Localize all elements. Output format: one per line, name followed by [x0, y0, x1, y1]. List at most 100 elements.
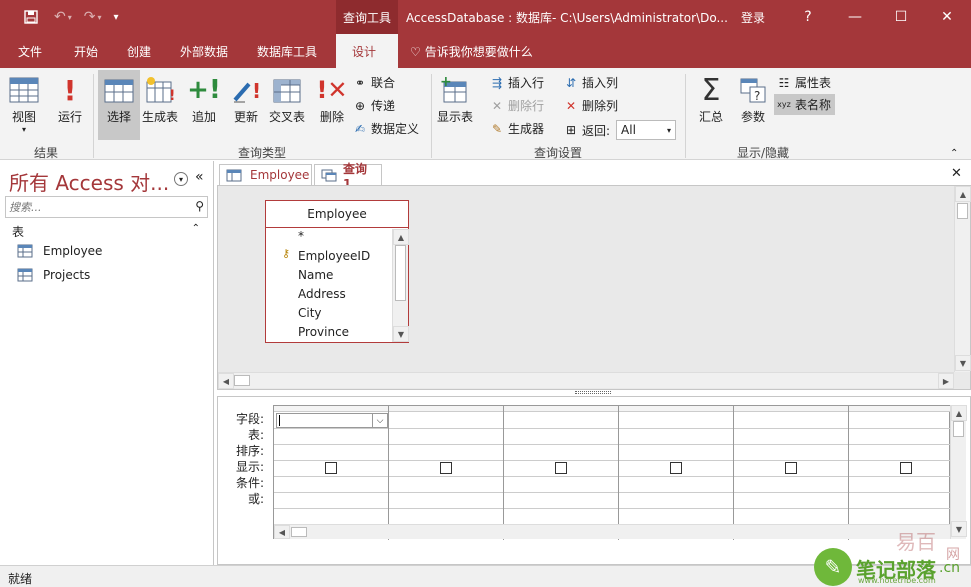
nav-search-box[interactable]: ⚲: [5, 196, 208, 218]
scroll-up-icon[interactable]: ▲: [955, 186, 971, 202]
tab-file[interactable]: 文件: [18, 43, 42, 60]
row-label-table: 表:: [247, 428, 264, 442]
show-checkbox[interactable]: [785, 462, 797, 474]
show-checkbox[interactable]: [325, 462, 337, 474]
show-table-button[interactable]: + 显示表: [437, 74, 473, 125]
field-item[interactable]: EmployeeID: [298, 249, 370, 263]
crosstab-button[interactable]: 交叉表: [269, 74, 305, 125]
data-definition-button[interactable]: ✍ 数据定义: [352, 120, 419, 137]
scroll-thumb[interactable]: [395, 245, 406, 301]
upper-vertical-scrollbar[interactable]: ▲ ▼: [954, 186, 971, 372]
parameters-label: 参数: [740, 110, 765, 124]
field-item[interactable]: Name: [298, 268, 333, 282]
show-checkbox[interactable]: [440, 462, 452, 474]
customize-qat-icon[interactable]: ▾: [114, 12, 119, 23]
search-icon[interactable]: ⚲: [195, 199, 204, 213]
help-button[interactable]: ?: [787, 0, 829, 34]
table-names-label: 表名称: [795, 98, 832, 112]
field-item[interactable]: Province: [298, 325, 349, 339]
tab-create[interactable]: 创建: [127, 43, 151, 60]
tab-external-data[interactable]: 外部数据: [180, 43, 228, 60]
scroll-thumb[interactable]: [953, 421, 964, 437]
builder-button[interactable]: ✎ 生成器: [489, 120, 544, 137]
scroll-thumb[interactable]: [234, 375, 250, 386]
maximize-button[interactable]: ☐: [880, 0, 922, 34]
return-icon: ⊞: [565, 123, 577, 137]
return-select[interactable]: All ▾: [616, 120, 677, 140]
field-list-employee[interactable]: Employee * ⚷ EmployeeID Name Address Cit…: [265, 200, 409, 343]
tab-database-tools[interactable]: 数据库工具: [257, 43, 317, 60]
show-checkbox[interactable]: [900, 462, 912, 474]
minimize-button[interactable]: —: [834, 0, 876, 34]
tab-home[interactable]: 开始: [74, 43, 98, 60]
scroll-down-icon[interactable]: ▼: [393, 326, 409, 342]
pass-through-button[interactable]: ⊕ 传递: [352, 97, 395, 114]
show-hide-group-label: 显示/隐藏: [737, 146, 790, 160]
scroll-left-icon[interactable]: ◀: [218, 373, 234, 389]
property-sheet-button[interactable]: ☷ 属性表: [776, 74, 831, 91]
table-names-button[interactable]: xyz 表名称: [774, 94, 836, 115]
field-item[interactable]: *: [298, 229, 304, 243]
return-label: 返回:: [582, 123, 611, 138]
grid-vertical-scrollbar[interactable]: ▲ ▼: [950, 405, 967, 539]
save-icon[interactable]: [20, 10, 42, 24]
table-icon: [17, 268, 33, 282]
delete-columns-button[interactable]: ✕ 删除列: [563, 97, 618, 114]
tab-employee[interactable]: Employee: [219, 164, 312, 186]
tell-me-box[interactable]: ♡ 告诉我你想要做什么: [410, 43, 533, 60]
totals-button[interactable]: Σ 汇总: [695, 73, 727, 125]
close-document-icon[interactable]: ✕: [951, 166, 962, 181]
group-separator: [431, 74, 432, 158]
parameters-button[interactable]: ? 参数: [737, 74, 769, 125]
run-button[interactable]: ! 运行: [54, 74, 86, 125]
query-design-grid[interactable]: ⌵ ◀: [273, 405, 951, 540]
scroll-down-icon[interactable]: ▼: [955, 355, 971, 371]
collapse-ribbon-icon[interactable]: ⌃: [950, 148, 958, 159]
group-separator: [685, 74, 686, 158]
field-combo-box[interactable]: ⌵: [276, 413, 388, 428]
delete-rows-button[interactable]: ✕ 删除行: [489, 97, 544, 114]
select-query-button[interactable]: 选择: [98, 70, 140, 140]
scroll-up-icon[interactable]: ▲: [951, 405, 967, 421]
scroll-left-icon[interactable]: ◀: [274, 525, 290, 539]
union-button[interactable]: ⚭ 联合: [352, 74, 395, 91]
scroll-thumb[interactable]: [291, 527, 307, 537]
pane-splitter[interactable]: [575, 391, 611, 394]
view-button[interactable]: 视图 ▾: [8, 74, 40, 134]
tab-design-label: 设计: [352, 45, 377, 59]
nav-section-tables[interactable]: 表 ⌃: [12, 223, 202, 239]
title-bar: ↶ ▾ ↷ ▾ ▾ 查询工具 AccessDatabase : 数据库- C:\…: [0, 0, 971, 34]
watermark-suffix: .cn: [939, 560, 961, 576]
show-checkbox[interactable]: [555, 462, 567, 474]
undo-dropdown-icon[interactable]: ▾: [68, 13, 72, 22]
tab-query1[interactable]: 查询1: [314, 162, 382, 191]
login-link[interactable]: 登录: [741, 9, 765, 26]
upper-horizontal-scrollbar[interactable]: ◀ ▶: [218, 372, 954, 389]
field-list-title[interactable]: Employee: [266, 201, 408, 228]
scroll-right-icon[interactable]: ▶: [938, 373, 954, 389]
make-table-button[interactable]: ! 生成表: [142, 74, 178, 125]
undo-icon[interactable]: ↶: [54, 9, 66, 25]
nav-title[interactable]: 所有 Access 对...: [9, 167, 169, 196]
shutter-bar-close-icon[interactable]: «: [195, 169, 204, 185]
nav-search-input[interactable]: [6, 197, 186, 217]
scroll-up-icon[interactable]: ▲: [393, 229, 409, 245]
field-item[interactable]: City: [298, 306, 322, 320]
update-button[interactable]: ! 更新: [230, 74, 262, 125]
redo-dropdown-icon[interactable]: ▾: [97, 13, 101, 22]
chevron-down-icon[interactable]: ⌵: [372, 414, 387, 427]
nav-item-employee[interactable]: Employee: [17, 244, 102, 258]
insert-rows-button[interactable]: ⇶ 插入行: [489, 74, 544, 91]
show-checkbox[interactable]: [670, 462, 682, 474]
delete-query-button[interactable]: !✕ 删除: [316, 74, 348, 125]
redo-icon[interactable]: ↷: [84, 9, 96, 25]
field-item[interactable]: Address: [298, 287, 346, 301]
field-list-scrollbar[interactable]: ▲ ▼: [392, 229, 409, 342]
append-button[interactable]: +! 追加: [187, 74, 221, 125]
close-window-button[interactable]: ✕: [926, 0, 968, 34]
nav-menu-chevron-icon[interactable]: ▾: [174, 172, 188, 186]
scroll-thumb[interactable]: [957, 203, 968, 219]
tab-design[interactable]: 设计: [336, 34, 398, 68]
insert-columns-button[interactable]: ⇵ 插入列: [563, 74, 618, 91]
nav-item-projects[interactable]: Projects: [17, 268, 90, 282]
